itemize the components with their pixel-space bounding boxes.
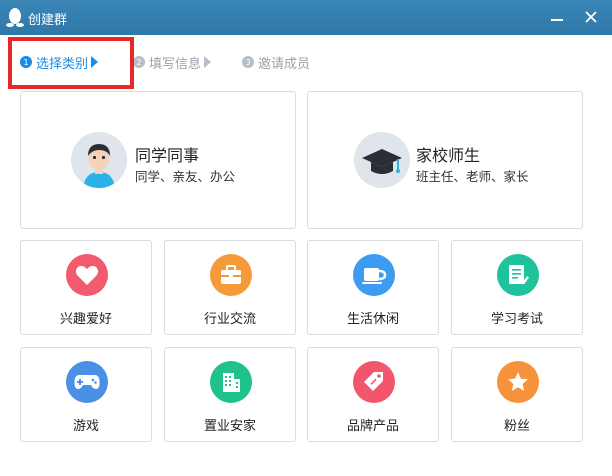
category-card-classmates[interactable]: 同学同事 同学、亲友、办公 bbox=[20, 91, 296, 229]
window-title: 创建群 bbox=[28, 13, 68, 28]
minimize-button[interactable] bbox=[544, 5, 570, 29]
step-fill-info[interactable]: 2 填写信息 bbox=[133, 52, 212, 72]
close-button[interactable] bbox=[578, 5, 604, 29]
category-title: 同学同事 bbox=[135, 146, 200, 165]
category-card-industry[interactable]: 行业交流 bbox=[164, 240, 296, 335]
category-label: 置业安家 bbox=[203, 419, 256, 434]
step-label: 选择类别 bbox=[36, 56, 89, 72]
category-label: 品牌产品 bbox=[346, 419, 399, 434]
category-description: 班主任、老师、家长 bbox=[416, 169, 529, 184]
minimize-icon bbox=[551, 19, 563, 21]
building-icon bbox=[210, 361, 252, 403]
create-group-window: 创建群 1 选择类别 2 填写信息 3 邀请成员 同学同事 同学、亲友、办公 家… bbox=[0, 0, 612, 476]
document-pencil-icon bbox=[497, 254, 539, 296]
category-card-fans[interactable]: 粉丝 bbox=[451, 347, 583, 442]
qq-penguin-icon bbox=[6, 8, 24, 27]
arrow-right-icon bbox=[91, 56, 99, 68]
wizard-steps: 1 选择类别 2 填写信息 3 邀请成员 bbox=[0, 35, 612, 89]
category-label: 生活休闲 bbox=[346, 312, 399, 327]
category-label: 游戏 bbox=[72, 419, 99, 434]
step-select-category[interactable]: 1 选择类别 bbox=[20, 52, 99, 72]
gamepad-icon bbox=[66, 361, 108, 403]
coffee-cup-icon bbox=[353, 254, 395, 296]
category-description: 同学、亲友、办公 bbox=[135, 169, 236, 184]
category-label: 行业交流 bbox=[203, 312, 256, 327]
category-card-games[interactable]: 游戏 bbox=[20, 347, 152, 442]
category-card-brand[interactable]: 品牌产品 bbox=[307, 347, 439, 442]
category-title: 家校师生 bbox=[416, 146, 481, 165]
briefcase-icon bbox=[210, 254, 252, 296]
category-card-hobbies[interactable]: 兴趣爱好 bbox=[20, 240, 152, 335]
category-label: 兴趣爱好 bbox=[59, 312, 112, 327]
close-icon bbox=[585, 11, 597, 23]
tag-icon bbox=[353, 361, 395, 403]
category-card-real-estate[interactable]: 置业安家 bbox=[164, 347, 296, 442]
step-number: 2 bbox=[133, 56, 145, 68]
student-avatar-icon bbox=[71, 132, 127, 188]
step-number: 3 bbox=[242, 56, 254, 68]
step-number: 1 bbox=[20, 56, 32, 68]
title-bar: 创建群 bbox=[0, 0, 612, 35]
graduation-cap-icon bbox=[354, 132, 410, 188]
category-label: 粉丝 bbox=[503, 419, 530, 434]
step-label: 填写信息 bbox=[149, 56, 202, 72]
category-card-leisure[interactable]: 生活休闲 bbox=[307, 240, 439, 335]
step-label: 邀请成员 bbox=[258, 56, 311, 72]
star-icon bbox=[497, 361, 539, 403]
step-invite-members[interactable]: 3 邀请成员 bbox=[242, 52, 310, 72]
category-label: 学习考试 bbox=[490, 312, 543, 327]
heart-icon bbox=[66, 254, 108, 296]
arrow-right-icon bbox=[204, 56, 212, 68]
category-card-study[interactable]: 学习考试 bbox=[451, 240, 583, 335]
category-card-school[interactable]: 家校师生 班主任、老师、家长 bbox=[307, 91, 583, 229]
